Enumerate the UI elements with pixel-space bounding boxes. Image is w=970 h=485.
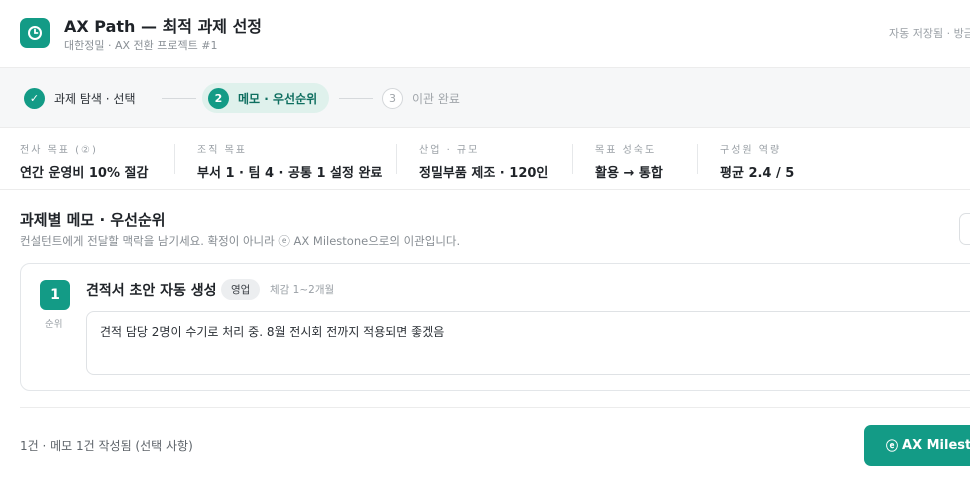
milestone-icon: ⓔ	[886, 439, 899, 453]
footer-status: 1건 · 메모 1건 작성됨 (선택 사항)	[20, 439, 193, 453]
step-memo-priority[interactable]: 2 메모 · 우선순위	[202, 83, 330, 113]
step-number: 3	[382, 87, 403, 109]
autosave-status: 자동 저장됨 · 방금	[889, 27, 970, 40]
step-task-selection[interactable]: ✓ 과제 탐색 · 선택	[24, 83, 136, 113]
stat-label: 조직 목표	[197, 145, 247, 156]
progress-stepper: ✓ 과제 탐색 · 선택 2 메모 · 우선순위 3 이관 완료	[0, 68, 970, 128]
transfer-to-milestone-button[interactable]: ⓔ AX Milestone	[864, 425, 970, 466]
stat-label: 산업 · 규모	[419, 145, 480, 156]
stat-target-maturity: 목표 성숙도 활용 → 통합	[595, 141, 663, 181]
context-summary-bar: 전사 목표 (②) 연간 운영비 10% 절감 조직 목표 부서 1 · 팀 4…	[0, 128, 970, 190]
cta-label: AX Milestone	[902, 438, 970, 453]
step-transfer-complete[interactable]: 3 이관 완료	[382, 83, 460, 113]
stat-value: 부서 1 · 팀 4 · 공통 1 설정 완료	[197, 166, 383, 181]
rank-label: 순위	[45, 319, 63, 330]
stat-industry-size: 산업 · 규모 정밀부품 제조 · 120인	[419, 141, 548, 181]
footer-divider	[20, 407, 970, 408]
expected-period: 체감 1~2개월	[270, 284, 335, 296]
project-subtitle: 대한정밀 · AX 전환 프로젝트 #1	[64, 39, 218, 52]
stat-company-goal: 전사 목표 (②) 연간 운영비 10% 절감	[20, 141, 148, 181]
step-label: 이관 완료	[412, 91, 460, 106]
check-icon: ✓	[24, 87, 45, 109]
section-title: 과제별 메모 · 우선순위	[20, 211, 166, 229]
stat-value: 정밀부품 제조 · 120인	[419, 166, 549, 181]
memo-textarea[interactable]: 견적 담당 2명이 수기로 처리 중. 8월 전시회 전까지 적용되면 좋겠음	[86, 311, 970, 375]
stat-value: 활용 → 통합	[595, 166, 663, 181]
stat-member-capability: 구성원 역량 평균 2.4 / 5	[720, 141, 794, 181]
stat-org-goal: 조직 목표 부서 1 · 팀 4 · 공통 1 설정 완료	[197, 141, 382, 181]
app-logo	[20, 18, 50, 48]
stat-label: 목표 성숙도	[595, 145, 657, 156]
task-title: 견적서 초안 자동 생성	[86, 283, 217, 299]
stat-label: 구성원 역량	[720, 145, 782, 156]
step-connector	[339, 98, 373, 99]
stat-value: 연간 운영비 10% 절감	[20, 166, 149, 181]
stat-divider	[572, 144, 573, 174]
stat-divider	[396, 144, 397, 174]
step-number: 2	[208, 87, 229, 109]
section-description: 컨설턴트에게 전달할 맥락을 남기세요. 확정이 아니라 ⓔ AX Milest…	[20, 234, 461, 248]
rank-badge[interactable]: 1	[40, 280, 70, 310]
step-connector	[162, 98, 196, 99]
section-action-button[interactable]	[959, 213, 970, 245]
stat-divider	[697, 144, 698, 174]
department-tag: 영업	[221, 279, 261, 300]
stat-label: 전사 목표 (②)	[20, 145, 98, 156]
step-label: 과제 탐색 · 선택	[54, 91, 136, 106]
page-title: AX Path — 최적 과제 선정	[64, 17, 263, 36]
step-label: 메모 · 우선순위	[238, 91, 318, 106]
stat-value: 평균 2.4 / 5	[720, 166, 795, 181]
task-card: 1 순위 견적서 초안 자동 생성 영업 체감 1~2개월 견적 담당 2명이 …	[20, 263, 970, 391]
stat-divider	[174, 144, 175, 174]
app-header: AX Path — 최적 과제 선정 대한정밀 · AX 전환 프로젝트 #1 …	[0, 0, 970, 68]
clock-icon	[28, 26, 42, 40]
